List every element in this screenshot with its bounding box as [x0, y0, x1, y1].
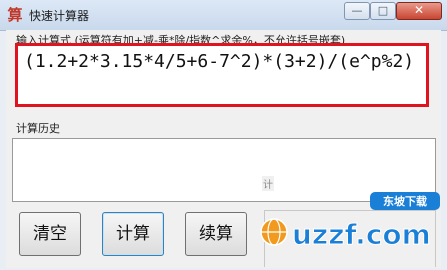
expression-input[interactable]: (1.2+2*3.15*4/5+6-7^2)*(3+2)/(e^p%2) [15, 43, 429, 107]
window-title: 快速计算器 [29, 9, 90, 23]
watermark-logo: 东坡下载 uzzf.com [258, 186, 445, 266]
watermark-badge: 东坡下载 [370, 192, 440, 210]
watermark-brand: uzzf.com [292, 218, 431, 251]
globe-icon [260, 218, 288, 246]
maximize-button[interactable]: □ [370, 2, 396, 20]
watermark-top-text: 东坡下载 [383, 194, 427, 208]
minimize-button[interactable]: — [344, 2, 370, 20]
close-button[interactable]: ✕ [396, 2, 442, 20]
continue-calculate-button[interactable]: 续算 [185, 212, 247, 256]
history-label: 计算历史 [16, 122, 60, 135]
calculate-button[interactable]: 计算 [102, 212, 164, 256]
close-icon: ✕ [413, 3, 425, 17]
maximize-icon: □ [377, 4, 389, 17]
calculator-app-icon: 算 [7, 6, 23, 24]
watermark-graphic: 东坡下载 uzzf.com [260, 192, 440, 252]
title-bar: 算 快速计算器 — □ ✕ [0, 0, 447, 31]
minimize-icon: — [351, 4, 363, 17]
clear-button[interactable]: 清空 [19, 212, 81, 256]
